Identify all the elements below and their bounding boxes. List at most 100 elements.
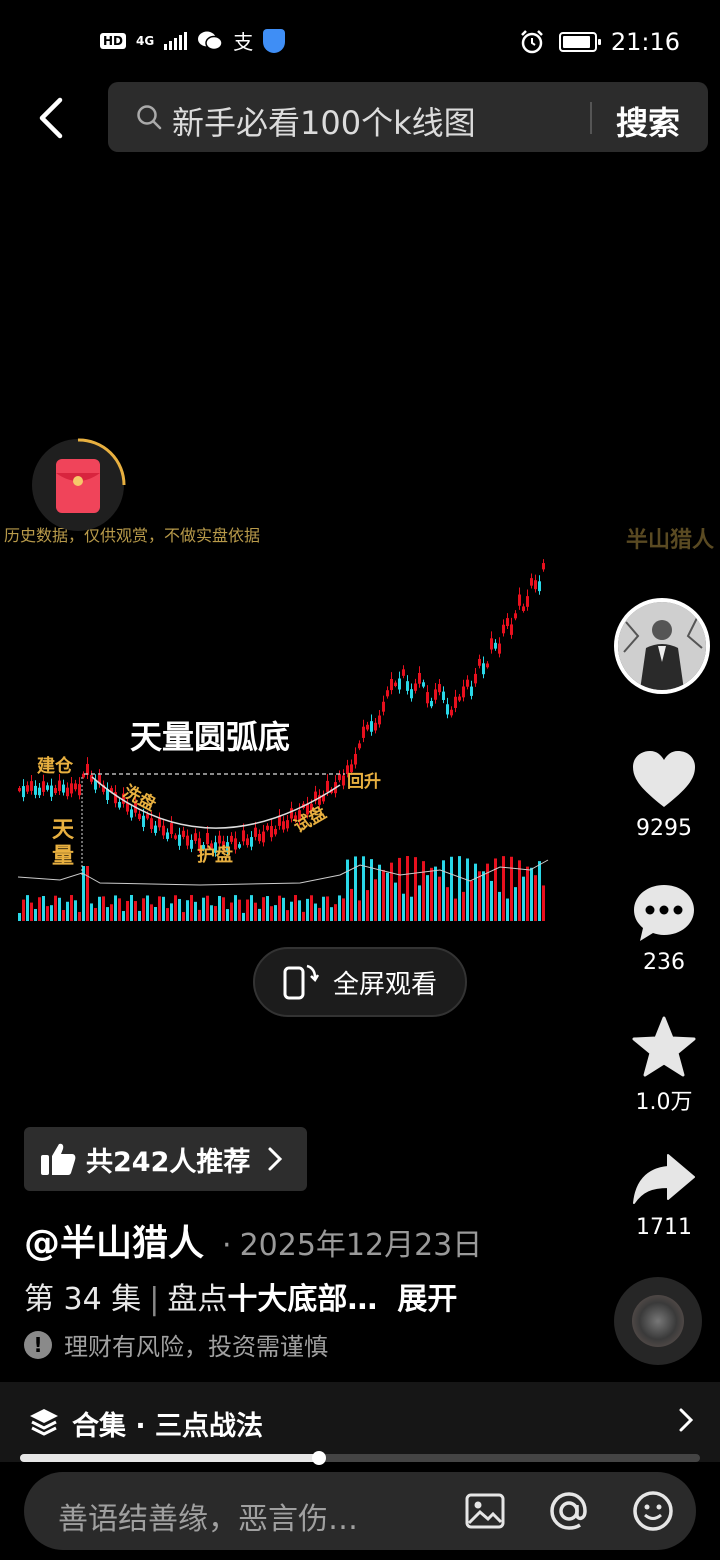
candle-body xyxy=(442,691,445,700)
candle-body xyxy=(426,692,429,704)
back-arrow-icon[interactable] xyxy=(30,94,74,142)
volume-bar xyxy=(454,898,457,921)
avatar-portrait-icon xyxy=(618,602,706,690)
volume-bar xyxy=(426,875,429,921)
author-avatar[interactable] xyxy=(614,598,710,694)
emoji-icon[interactable] xyxy=(632,1490,674,1532)
comment-input-bar[interactable]: 善语结善缘，恶言伤… xyxy=(24,1472,696,1550)
comment-action[interactable]: 236 xyxy=(620,878,708,975)
volume-bar xyxy=(346,859,349,921)
volume-bar xyxy=(142,898,145,921)
label-tianliang-1: 天 xyxy=(52,817,75,843)
volume-bar xyxy=(446,887,449,921)
expand-button[interactable]: 展开 xyxy=(397,1274,457,1318)
recommend-label: 共242人推荐 xyxy=(86,1146,251,1178)
warning-icon: ! xyxy=(24,1330,52,1359)
label-huisheng: 回升 xyxy=(347,772,381,792)
volume-bar xyxy=(114,895,117,921)
volume-bar xyxy=(298,900,301,921)
search-query[interactable]: 新手必看100个k线图 xyxy=(172,98,476,144)
publish-date: 2025年12月23日 xyxy=(239,1228,483,1263)
volume-bar xyxy=(526,866,529,921)
candle-body xyxy=(406,681,409,691)
candle-body xyxy=(74,783,77,790)
volume-bar xyxy=(138,910,141,921)
volume-bar xyxy=(98,896,101,921)
volume-bar xyxy=(174,895,177,921)
progress-handle[interactable] xyxy=(312,1451,327,1465)
favorite-action[interactable]: 1.0万 xyxy=(620,1012,708,1116)
candle-body xyxy=(158,818,161,828)
candle-body xyxy=(266,825,269,830)
candle-body xyxy=(498,643,501,654)
volume-bar xyxy=(330,907,333,921)
search-bar[interactable]: 新手必看100个k线图 搜索 xyxy=(108,82,708,152)
search-button[interactable]: 搜索 xyxy=(616,98,680,144)
volume-bar xyxy=(374,879,377,921)
fullscreen-button[interactable]: 全屏观看 xyxy=(253,947,467,1017)
like-action[interactable]: 9295 xyxy=(620,744,708,841)
candle-body xyxy=(366,724,369,730)
volume-bar xyxy=(126,900,129,921)
volume-bar xyxy=(198,909,201,921)
video-kline-chart[interactable]: 天量圆弧底 建仓 天 量 洗盘 护盘 试盘 回升 xyxy=(0,515,560,935)
volume-bar xyxy=(166,908,169,921)
volume-bar xyxy=(54,895,57,921)
candle-body xyxy=(238,844,241,848)
candle-body xyxy=(518,594,521,606)
candle-body xyxy=(430,700,433,707)
author-name[interactable]: @半山猎人 xyxy=(24,1214,204,1266)
candle-body xyxy=(470,686,473,696)
episode-separator: | xyxy=(149,1282,160,1317)
candle-body xyxy=(490,638,493,650)
image-icon[interactable] xyxy=(464,1490,506,1532)
share-action[interactable]: 1711 xyxy=(620,1143,708,1240)
volume-bar xyxy=(290,901,293,921)
candle-body xyxy=(286,820,289,829)
candle-body xyxy=(438,684,441,693)
heart-icon xyxy=(633,751,695,807)
candle-body xyxy=(178,834,181,846)
candle-body xyxy=(170,823,173,835)
volume-bar xyxy=(422,861,425,921)
red-packet-icon[interactable] xyxy=(30,437,126,533)
description-line[interactable]: 第 34 集 | 盘点 十大底部… 展开 xyxy=(24,1274,457,1318)
recommend-pill[interactable]: 共242人推荐 xyxy=(24,1127,307,1191)
volume-bar xyxy=(190,895,193,921)
volume-bar xyxy=(326,896,329,921)
comment-bubble-icon xyxy=(634,885,694,941)
candle-body xyxy=(458,696,461,701)
mention-icon[interactable] xyxy=(548,1490,590,1532)
volume-bar xyxy=(282,897,285,921)
summary-prefix: 盘点 xyxy=(167,1282,228,1317)
volume-bar xyxy=(506,898,509,921)
candle-body xyxy=(142,815,145,827)
volume-bar xyxy=(74,900,77,921)
volume-bar xyxy=(386,872,389,921)
video-progress-bar[interactable] xyxy=(20,1451,700,1465)
volume-bar xyxy=(538,861,541,921)
music-disc[interactable] xyxy=(614,1277,702,1365)
search-icon xyxy=(137,105,162,130)
volume-bar xyxy=(542,885,545,921)
candle-body xyxy=(482,663,485,675)
volume-bar xyxy=(94,907,97,921)
volume-bar xyxy=(458,856,461,921)
volume-bar xyxy=(78,911,81,921)
volume-bar xyxy=(366,890,369,921)
candle-body xyxy=(270,826,273,838)
candle-body xyxy=(418,672,421,684)
summary-text: 十大底部… xyxy=(227,1282,378,1317)
candle-body xyxy=(118,801,121,808)
candle-body xyxy=(354,753,357,765)
volume-bar xyxy=(22,899,25,921)
hd-badge: HD xyxy=(100,32,127,49)
candle-body xyxy=(50,785,53,797)
volume-bar xyxy=(278,895,281,921)
comment-count: 236 xyxy=(643,950,685,975)
volume-bar xyxy=(530,867,533,921)
volume-bar xyxy=(30,902,33,921)
collection-bar[interactable]: 合集 · 三点战法 xyxy=(0,1382,720,1462)
shield-icon xyxy=(263,28,286,53)
comment-placeholder[interactable]: 善语结善缘，恶言伤… xyxy=(58,1494,358,1538)
